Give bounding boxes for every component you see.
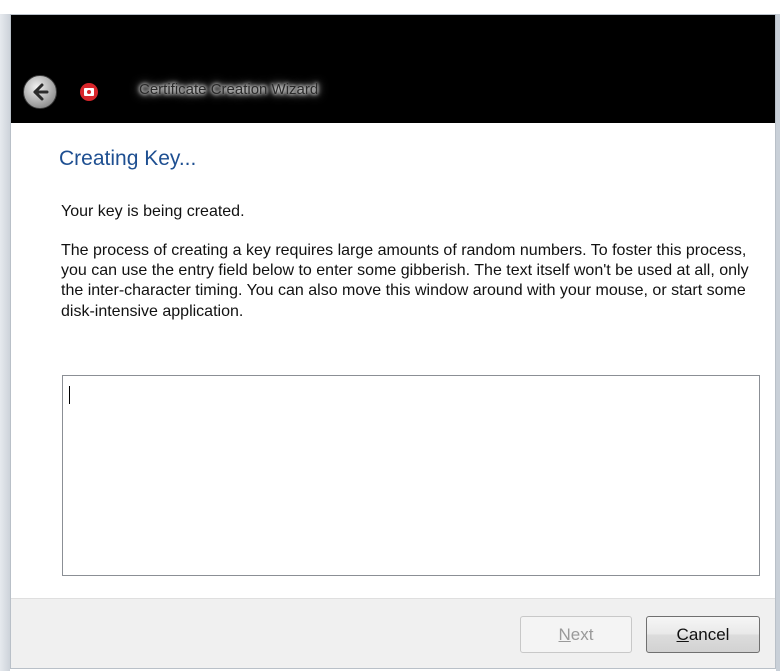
back-button[interactable] [23,75,57,109]
page-title: Creating Key... [59,147,197,170]
window-frame-left [0,14,10,671]
wizard-content: Creating Key... Your key is being create… [11,123,775,598]
cancel-button-mnemonic: C [676,625,689,644]
cancel-button[interactable]: Cancel [646,616,760,653]
entropy-input[interactable] [62,375,760,576]
window-frame-right [776,14,780,671]
next-button-label: ext [570,625,594,644]
text-caret [69,386,70,404]
cancel-button-label: ancel [688,625,730,644]
wizard-window: Certificate Creation Wizard Creating Key… [10,14,776,669]
back-arrow-icon [33,83,49,101]
next-button-mnemonic: N [558,625,571,644]
window-title: Certificate Creation Wizard [139,81,319,98]
next-button[interactable]: Next [520,616,632,653]
certificate-app-icon [79,82,99,102]
description-text: The process of creating a key requires l… [61,242,749,320]
button-bar: Next Cancel [11,598,775,668]
intro-text: Your key is being created. [61,203,245,220]
title-bar[interactable]: Certificate Creation Wizard [11,15,775,123]
